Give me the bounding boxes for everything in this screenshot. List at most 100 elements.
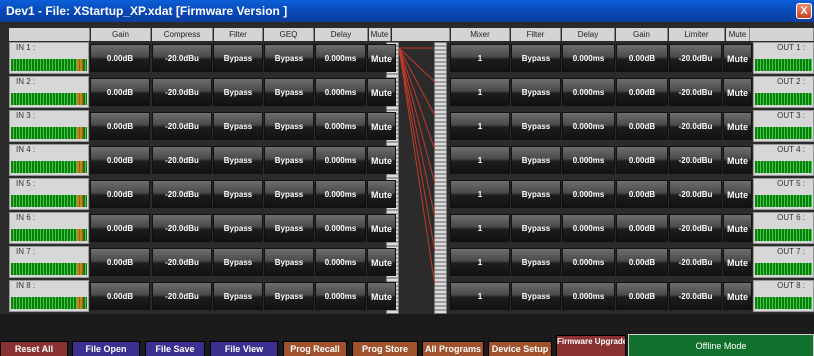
input-geq-button[interactable]: Bypass (264, 282, 314, 310)
output-limiter-button[interactable]: -20.0dBu (669, 78, 722, 106)
output-mixer-button[interactable]: 1 (450, 146, 510, 174)
output-gain-button[interactable]: 0.00dB (616, 44, 668, 72)
input-delay-button[interactable]: 0.000ms (315, 214, 366, 242)
input-geq-button[interactable]: Bypass (264, 248, 314, 276)
output-filter-button[interactable]: Bypass (511, 248, 561, 276)
output-mixer-button[interactable]: 1 (450, 214, 510, 242)
output-mute-button[interactable]: Mute (723, 180, 752, 208)
input-compress-button[interactable]: -20.0dBu (152, 78, 212, 106)
input-mute-button[interactable]: Mute (367, 112, 396, 140)
output-gain-button[interactable]: 0.00dB (616, 214, 668, 242)
all-programs-button[interactable]: All Programs (422, 341, 484, 356)
output-gain-button[interactable]: 0.00dB (616, 282, 668, 310)
output-mute-button[interactable]: Mute (723, 112, 752, 140)
output-delay-button[interactable]: 0.000ms (562, 44, 615, 72)
output-mixer-button[interactable]: 1 (450, 44, 510, 72)
reset-all-button[interactable]: Reset All (0, 341, 68, 356)
output-delay-button[interactable]: 0.000ms (562, 146, 615, 174)
file-save-button[interactable]: File Save (145, 341, 205, 356)
input-geq-button[interactable]: Bypass (264, 146, 314, 174)
output-limiter-button[interactable]: -20.0dBu (669, 282, 722, 310)
input-geq-button[interactable]: Bypass (264, 214, 314, 242)
close-icon[interactable]: X (796, 3, 812, 19)
input-mute-button[interactable]: Mute (367, 180, 396, 208)
input-delay-button[interactable]: 0.000ms (315, 112, 366, 140)
input-mute-button[interactable]: Mute (367, 146, 396, 174)
input-delay-button[interactable]: 0.000ms (315, 180, 366, 208)
input-geq-button[interactable]: Bypass (264, 78, 314, 106)
input-gain-button[interactable]: 0.00dB (90, 146, 150, 174)
input-compress-button[interactable]: -20.0dBu (152, 214, 212, 242)
output-filter-button[interactable]: Bypass (511, 180, 561, 208)
output-limiter-button[interactable]: -20.0dBu (669, 180, 722, 208)
input-delay-button[interactable]: 0.000ms (315, 146, 366, 174)
input-gain-button[interactable]: 0.00dB (90, 214, 150, 242)
output-gain-button[interactable]: 0.00dB (616, 78, 668, 106)
output-delay-button[interactable]: 0.000ms (562, 248, 615, 276)
output-mute-button[interactable]: Mute (723, 44, 752, 72)
input-filter-button[interactable]: Bypass (213, 282, 263, 310)
output-filter-button[interactable]: Bypass (511, 146, 561, 174)
output-gain-button[interactable]: 0.00dB (616, 248, 668, 276)
output-mute-button[interactable]: Mute (723, 214, 752, 242)
input-compress-button[interactable]: -20.0dBu (152, 180, 212, 208)
output-limiter-button[interactable]: -20.0dBu (669, 44, 722, 72)
input-gain-button[interactable]: 0.00dB (90, 180, 150, 208)
output-mixer-button[interactable]: 1 (450, 282, 510, 310)
input-filter-button[interactable]: Bypass (213, 180, 263, 208)
output-mixer-button[interactable]: 1 (450, 248, 510, 276)
input-compress-button[interactable]: -20.0dBu (152, 112, 212, 140)
prog-recall-button[interactable]: Prog Recall (283, 341, 347, 356)
input-compress-button[interactable]: -20.0dBu (152, 146, 212, 174)
output-mute-button[interactable]: Mute (723, 248, 752, 276)
output-delay-button[interactable]: 0.000ms (562, 180, 615, 208)
output-mute-button[interactable]: Mute (723, 78, 752, 106)
input-mute-button[interactable]: Mute (367, 78, 396, 106)
output-mixer-button[interactable]: 1 (450, 112, 510, 140)
output-filter-button[interactable]: Bypass (511, 78, 561, 106)
output-limiter-button[interactable]: -20.0dBu (669, 248, 722, 276)
input-mute-button[interactable]: Mute (367, 282, 396, 310)
output-filter-button[interactable]: Bypass (511, 112, 561, 140)
input-gain-button[interactable]: 0.00dB (90, 282, 150, 310)
output-gain-button[interactable]: 0.00dB (616, 146, 668, 174)
input-delay-button[interactable]: 0.000ms (315, 248, 366, 276)
output-mixer-button[interactable]: 1 (450, 78, 510, 106)
output-filter-button[interactable]: Bypass (511, 282, 561, 310)
firmware-upgrade-button[interactable]: Firmware Upgrade (556, 335, 626, 356)
input-filter-button[interactable]: Bypass (213, 44, 263, 72)
output-delay-button[interactable]: 0.000ms (562, 214, 615, 242)
output-limiter-button[interactable]: -20.0dBu (669, 112, 722, 140)
file-view-button[interactable]: File View (210, 341, 278, 356)
output-filter-button[interactable]: Bypass (511, 44, 561, 72)
input-gain-button[interactable]: 0.00dB (90, 78, 150, 106)
input-compress-button[interactable]: -20.0dBu (152, 248, 212, 276)
input-mute-button[interactable]: Mute (367, 44, 396, 72)
output-delay-button[interactable]: 0.000ms (562, 78, 615, 106)
input-delay-button[interactable]: 0.000ms (315, 282, 366, 310)
output-mixer-button[interactable]: 1 (450, 180, 510, 208)
input-geq-button[interactable]: Bypass (264, 112, 314, 140)
input-gain-button[interactable]: 0.00dB (90, 248, 150, 276)
input-filter-button[interactable]: Bypass (213, 112, 263, 140)
input-geq-button[interactable]: Bypass (264, 44, 314, 72)
input-gain-button[interactable]: 0.00dB (90, 44, 150, 72)
input-geq-button[interactable]: Bypass (264, 180, 314, 208)
output-limiter-button[interactable]: -20.0dBu (669, 146, 722, 174)
output-limiter-button[interactable]: -20.0dBu (669, 214, 722, 242)
input-delay-button[interactable]: 0.000ms (315, 78, 366, 106)
input-filter-button[interactable]: Bypass (213, 248, 263, 276)
output-delay-button[interactable]: 0.000ms (562, 282, 615, 310)
output-filter-button[interactable]: Bypass (511, 214, 561, 242)
input-gain-button[interactable]: 0.00dB (90, 112, 150, 140)
input-filter-button[interactable]: Bypass (213, 214, 263, 242)
prog-store-button[interactable]: Prog Store (352, 341, 418, 356)
device-setup-button[interactable]: Device Setup (488, 341, 552, 356)
input-filter-button[interactable]: Bypass (213, 78, 263, 106)
input-mute-button[interactable]: Mute (367, 248, 396, 276)
file-open-button[interactable]: File Open (72, 341, 140, 356)
output-gain-button[interactable]: 0.00dB (616, 180, 668, 208)
input-delay-button[interactable]: 0.000ms (315, 44, 366, 72)
output-mute-button[interactable]: Mute (723, 146, 752, 174)
output-gain-button[interactable]: 0.00dB (616, 112, 668, 140)
